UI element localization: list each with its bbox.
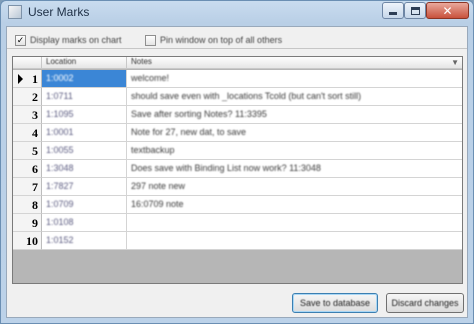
save-button-label: Save to database	[299, 298, 371, 308]
app-icon	[8, 5, 22, 19]
close-icon: ✕	[442, 3, 453, 18]
row-number: 4	[32, 126, 38, 140]
column-header-location-label: Location	[46, 57, 77, 66]
location-cell[interactable]: 1:0001	[42, 124, 127, 142]
location-value: 1:1095	[46, 109, 74, 119]
notes-cell[interactable]	[127, 232, 462, 250]
notes-cell[interactable]: Note for 27, new dat, to save	[127, 124, 462, 142]
notes-cell[interactable]: Does save with Binding List now work? 11…	[127, 160, 462, 178]
maximize-icon	[410, 6, 420, 15]
location-cell[interactable]: 1:7827	[42, 178, 127, 196]
table-row[interactable]: 3 1:1095 Save after sorting Notes? 11:3395	[13, 106, 462, 124]
notes-cell[interactable]: textbackup	[127, 142, 462, 160]
notes-value: 297 note new	[131, 181, 186, 191]
table-row[interactable]: 1 1:0002 welcome!	[13, 70, 462, 88]
location-value: 1:7827	[46, 181, 74, 191]
notes-cell[interactable]: 297 note new	[127, 178, 462, 196]
location-cell[interactable]: 1:0002	[42, 70, 127, 88]
location-value: 1:0055	[46, 145, 74, 155]
column-header-location[interactable]: Location	[42, 57, 127, 69]
location-value: 1:0709	[46, 199, 74, 209]
row-number: 2	[32, 90, 38, 104]
dropdown-arrow-icon[interactable]: ▼	[451, 59, 459, 67]
user-marks-window: User Marks ✕ ✓ Display marks on chart Pi…	[0, 0, 474, 324]
title-bar[interactable]: User Marks ✕	[1, 1, 473, 23]
location-value: 1:0152	[46, 235, 74, 245]
pin-window-option[interactable]: Pin window on top of all others	[145, 32, 282, 48]
column-header-notes-label: Notes	[131, 57, 152, 66]
notes-value: Save after sorting Notes? 11:3395	[131, 109, 267, 119]
location-cell[interactable]: 1:0709	[42, 196, 127, 214]
marks-grid[interactable]: Location Notes ▼ 1 1:0002 welcome! 2 1:0711 s…	[12, 56, 463, 284]
row-header[interactable]: 6	[13, 160, 42, 178]
discard-changes-button[interactable]: Discard changes	[386, 293, 464, 313]
notes-cell[interactable]: 16:0709 note	[127, 196, 462, 214]
notes-value: Does save with Binding List now work? 11…	[131, 163, 321, 173]
row-number: 10	[26, 234, 38, 248]
location-cell[interactable]: 1:0711	[42, 88, 127, 106]
row-number: 7	[32, 180, 38, 194]
table-row[interactable]: 9 1:0108	[13, 214, 462, 232]
notes-value: textbackup	[131, 145, 175, 155]
location-value: 1:0108	[46, 217, 74, 227]
row-header[interactable]: 2	[13, 88, 42, 106]
location-cell[interactable]: 1:0152	[42, 232, 127, 250]
close-button[interactable]: ✕	[426, 2, 469, 19]
table-row[interactable]: 2 1:0711 should save even with _locations …	[13, 88, 462, 106]
row-header[interactable]: 3	[13, 106, 42, 124]
location-value: 1:0001	[46, 127, 74, 137]
row-number: 3	[32, 108, 38, 122]
row-header[interactable]: 5	[13, 142, 42, 160]
display-marks-label: Display marks on chart	[30, 35, 122, 45]
row-number: 6	[32, 162, 38, 176]
notes-cell[interactable]	[127, 214, 462, 232]
notes-value: should save even with _locations Tcold (…	[131, 91, 362, 101]
column-header-notes[interactable]: Notes ▼	[127, 57, 462, 69]
display-marks-option[interactable]: ✓ Display marks on chart	[15, 32, 122, 48]
table-row[interactable]: 5 1:0055 textbackup	[13, 142, 462, 160]
notes-value: welcome!	[131, 73, 170, 83]
row-number: 5	[32, 144, 38, 158]
row-header[interactable]: 8	[13, 196, 42, 214]
row-header[interactable]: 1	[13, 70, 42, 88]
location-value: 1:0711	[46, 91, 73, 101]
divider	[7, 48, 467, 49]
notes-value: Note for 27, new dat, to save	[131, 127, 247, 137]
row-number: 9	[32, 216, 38, 230]
row-header[interactable]: 10	[13, 232, 42, 250]
minimize-icon	[389, 12, 397, 15]
pin-window-checkbox[interactable]	[145, 34, 156, 46]
save-to-database-button[interactable]: Save to database	[292, 293, 378, 313]
header-corner[interactable]	[13, 57, 42, 69]
table-row[interactable]: 6 1:3048 Does save with Binding List now w…	[13, 160, 462, 178]
table-row[interactable]: 4 1:0001 Note for 27, new dat, to save	[13, 124, 462, 142]
notes-cell[interactable]: welcome!	[127, 70, 462, 88]
notes-cell[interactable]: should save even with _locations Tcold (…	[127, 88, 462, 106]
row-number: 1	[32, 72, 38, 86]
current-row-arrow-icon	[18, 74, 23, 84]
table-row[interactable]: 10 1:0152	[13, 232, 462, 250]
table-row[interactable]: 7 1:7827 297 note new	[13, 178, 462, 196]
location-cell[interactable]: 1:3048	[42, 160, 127, 178]
display-marks-checkbox[interactable]: ✓	[15, 34, 26, 46]
row-header[interactable]: 4	[13, 124, 42, 142]
window-title: User Marks	[28, 5, 90, 19]
client-area: ✓ Display marks on chart Pin window on t…	[6, 26, 468, 318]
row-header[interactable]: 7	[13, 178, 42, 196]
pin-window-label: Pin window on top of all others	[160, 35, 283, 45]
location-value: 1:0002	[46, 73, 74, 83]
location-cell[interactable]: 1:0108	[42, 214, 127, 232]
location-cell[interactable]: 1:0055	[42, 142, 127, 160]
location-value: 1:3048	[46, 163, 74, 173]
notes-value: 16:0709 note	[131, 199, 184, 209]
row-number: 8	[32, 198, 38, 212]
table-row[interactable]: 8 1:0709 16:0709 note	[13, 196, 462, 214]
maximize-button[interactable]	[404, 2, 426, 19]
location-cell[interactable]: 1:1095	[42, 106, 127, 124]
discard-button-label: Discard changes	[391, 298, 459, 308]
row-header[interactable]: 9	[13, 214, 42, 232]
minimize-button[interactable]	[382, 2, 404, 19]
notes-cell[interactable]: Save after sorting Notes? 11:3395	[127, 106, 462, 124]
